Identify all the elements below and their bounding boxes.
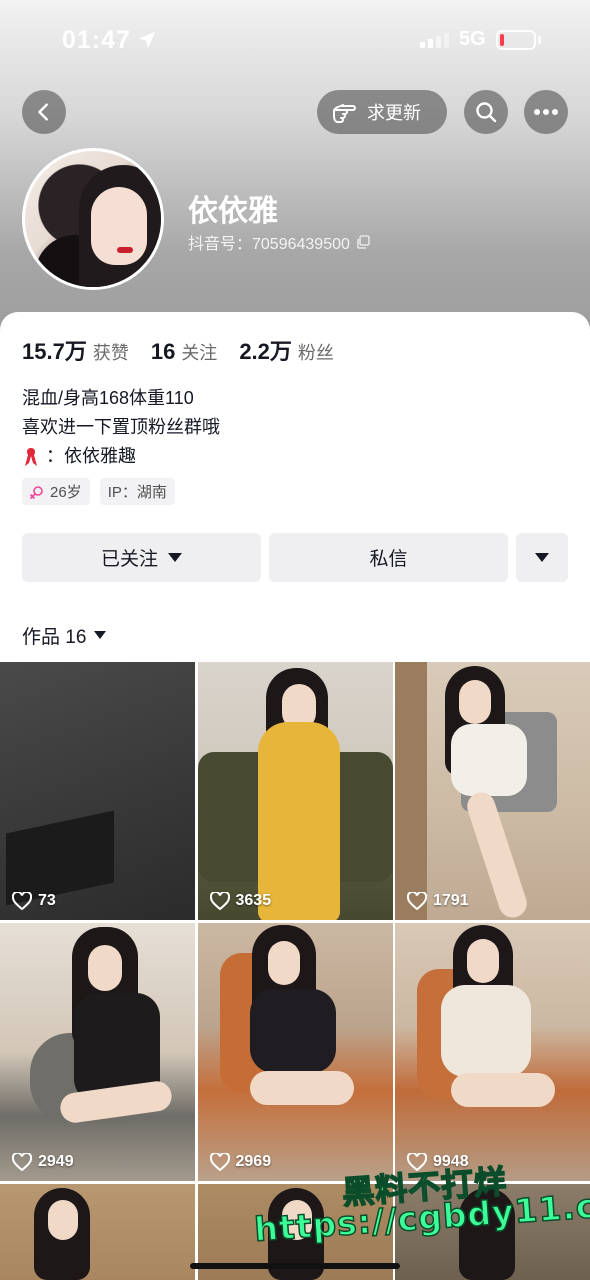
video-likes-count: 73	[38, 892, 56, 909]
message-button[interactable]: 私信	[269, 533, 508, 582]
profile-card: 15.7万 获赞 16 关注 2.2万 粉丝 混血/身高168体重110 喜欢进…	[0, 312, 590, 662]
profile-stats: 15.7万 获赞 16 关注 2.2万 粉丝	[22, 334, 356, 366]
likes-count: 15.7万	[22, 339, 87, 364]
signal-icon	[420, 32, 454, 48]
age-text: 26岁	[50, 484, 82, 501]
following-count[interactable]: 16	[151, 339, 175, 365]
douyin-id[interactable]: 抖音号：70596439500	[188, 230, 370, 254]
status-time: 01:47	[62, 26, 131, 54]
followed-label: 已关注	[100, 549, 158, 570]
video-likes-count: 2949	[38, 1153, 74, 1170]
watermark: 黑料不打烊 https://cgbdy11.com	[250, 1162, 590, 1272]
pointing-hand-icon	[333, 104, 356, 123]
followers-count[interactable]: 2.2万	[239, 334, 292, 366]
bio-line: ：依依雅趣	[22, 442, 220, 471]
bio-line: 喜欢进一下置顶粉丝群哦	[22, 417, 220, 437]
heart-icon	[12, 892, 32, 910]
video-tile[interactable]: 2949	[0, 923, 195, 1181]
age-tag: 26岁	[22, 478, 90, 505]
request-update-button[interactable]: 求更新	[317, 90, 447, 134]
ribbon-icon	[25, 447, 37, 466]
following-label[interactable]: 关注	[181, 339, 217, 365]
bio-group-name: ：依依雅趣	[46, 446, 136, 466]
caret-down-icon	[94, 631, 107, 639]
ip-text: IP：湖南	[107, 484, 167, 501]
caret-down-icon	[535, 552, 549, 562]
profile-header: 01:47 5G 求更新 依依雅 抖音号：70596439500	[0, 0, 590, 340]
video-tile[interactable]: 73	[0, 662, 195, 920]
avatar[interactable]	[22, 148, 164, 290]
search-icon	[476, 102, 497, 123]
tab-works[interactable]: 作品 16	[22, 622, 107, 649]
message-label: 私信	[369, 549, 408, 570]
video-likes-count: 3635	[235, 892, 272, 909]
status-bar: 01:47 5G	[0, 22, 590, 58]
battery-nub	[538, 36, 541, 44]
video-tile[interactable]	[0, 1184, 195, 1280]
likes-label: 获赞	[92, 343, 129, 363]
chevron-left-icon	[38, 103, 48, 121]
request-update-label: 求更新	[367, 103, 421, 123]
back-button[interactable]	[22, 90, 66, 134]
followed-button[interactable]: 已关注	[22, 533, 261, 582]
heart-icon	[209, 1153, 230, 1171]
video-tile[interactable]: 1791	[395, 662, 590, 920]
video-tile[interactable]: 3635	[197, 662, 393, 920]
heart-icon	[209, 892, 230, 910]
video-likes-count: 1791	[433, 892, 469, 909]
douyin-id-text: 抖音号：70596439500	[188, 236, 350, 253]
bio: 混血/身高168体重110 喜欢进一下置顶粉丝群哦 ：依依雅趣	[22, 384, 220, 471]
more-dots-icon	[534, 109, 558, 115]
video-likes: 2949	[12, 1153, 74, 1171]
caret-down-icon	[168, 552, 182, 562]
video-likes: 3635	[209, 892, 272, 910]
more-options-button[interactable]	[524, 90, 568, 134]
home-indicator[interactable]	[190, 1263, 400, 1269]
recommend-dropdown-button[interactable]	[516, 533, 568, 582]
search-button[interactable]	[464, 90, 508, 134]
video-tile[interactable]: 9948	[395, 923, 590, 1181]
profile-tags: 26岁 IP：湖南	[22, 478, 175, 505]
heart-icon	[12, 1153, 32, 1171]
battery-icon	[496, 30, 536, 50]
profile-name: 依依雅	[188, 195, 278, 228]
works-label: 作品 16	[22, 627, 87, 648]
location-arrow-icon	[138, 31, 156, 49]
female-icon	[30, 485, 43, 499]
followers-label[interactable]: 粉丝	[298, 339, 334, 365]
video-likes: 1791	[407, 892, 469, 910]
heart-icon	[407, 892, 427, 910]
video-likes: 73	[12, 892, 56, 910]
network-type: 5G	[459, 28, 486, 50]
video-tile[interactable]: 2969	[197, 923, 393, 1181]
ip-tag: IP：湖南	[99, 478, 175, 505]
profile-actions: 已关注 私信	[22, 533, 568, 582]
bio-line: 混血/身高168体重110	[22, 388, 194, 408]
copy-icon[interactable]	[356, 235, 370, 249]
